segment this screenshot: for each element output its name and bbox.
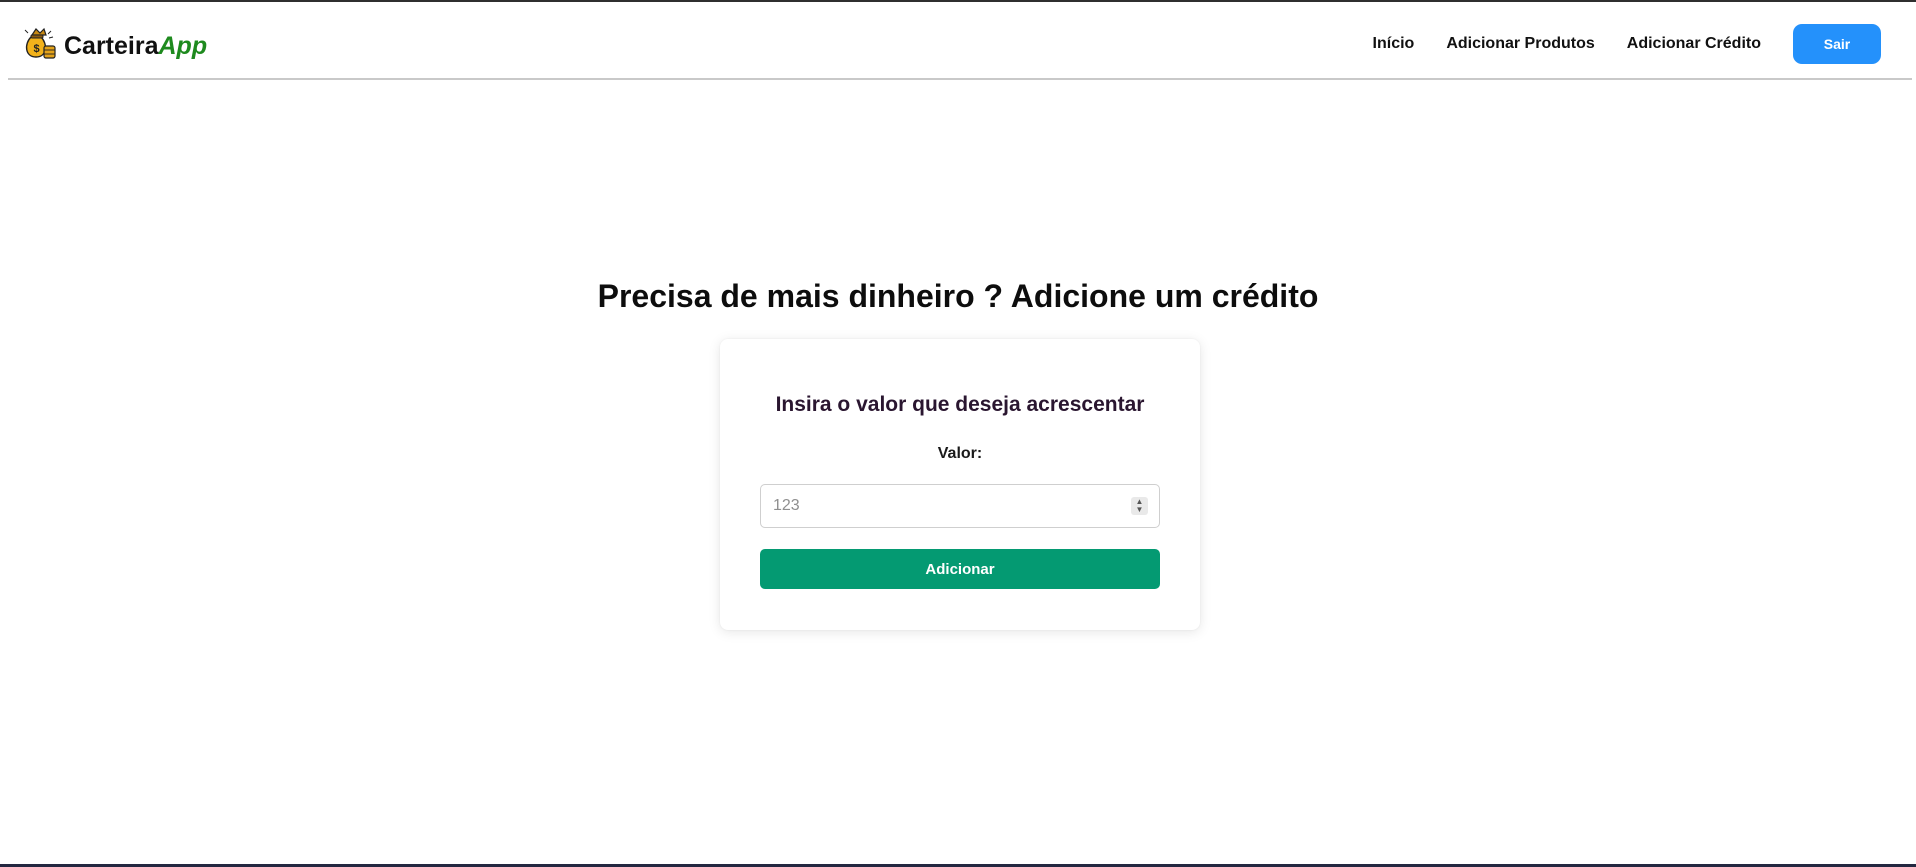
nav-link-adicionar-produtos[interactable]: Adicionar Produtos xyxy=(1446,35,1594,53)
add-credit-button[interactable]: Adicionar xyxy=(760,549,1160,589)
nav-link-inicio[interactable]: Início xyxy=(1373,35,1415,53)
logout-button[interactable]: Sair xyxy=(1793,24,1881,64)
navbar: $ Carteira App Início Adicionar Produtos … xyxy=(8,2,1912,80)
brand-name-accent: App xyxy=(158,32,208,60)
page: $ Carteira App Início Adicionar Produtos … xyxy=(0,0,1916,867)
nav-link-adicionar-credito[interactable]: Adicionar Crédito xyxy=(1627,35,1761,53)
svg-text:$: $ xyxy=(33,43,39,55)
page-title: Precisa de mais dinheiro ? Adicione um c… xyxy=(597,278,1319,314)
value-field: ▲ ▼ xyxy=(760,484,1160,528)
brand-link[interactable]: $ Carteira App xyxy=(22,26,207,67)
number-stepper[interactable]: ▲ ▼ xyxy=(1131,497,1148,515)
money-bag-icon: $ xyxy=(22,26,64,67)
brand-name: Carteira xyxy=(64,32,159,60)
card-title: Insira o valor que deseja acrescentar xyxy=(775,393,1145,416)
value-label: Valor: xyxy=(937,445,983,462)
chevron-down-icon[interactable]: ▼ xyxy=(1136,506,1144,514)
value-input[interactable] xyxy=(761,485,1121,527)
add-credit-card: Insira o valor que deseja acrescentar Va… xyxy=(720,339,1200,630)
nav-menu: Início Adicionar Produtos Adicionar Créd… xyxy=(1373,24,1912,64)
